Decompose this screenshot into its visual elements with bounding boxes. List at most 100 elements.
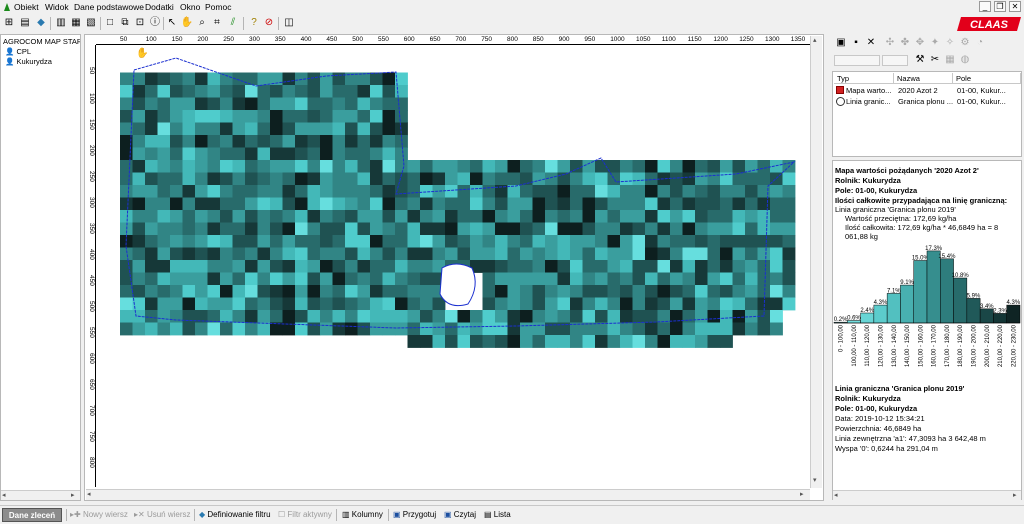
menu-dodatki[interactable]: Dodatki: [145, 2, 174, 12]
scroll-right-icon[interactable]: ▸: [71, 491, 75, 499]
layer-select-b[interactable]: [882, 55, 908, 66]
read-button[interactable]: ▣ Czytaj: [444, 510, 476, 519]
col-pole[interactable]: Pole: [953, 73, 1021, 84]
map-cell: [232, 222, 246, 236]
filter-active-checkbox[interactable]: ☐ Filtr aktywny: [278, 510, 332, 519]
prescription-map[interactable]: ✋: [96, 46, 810, 488]
map-cell: [457, 172, 471, 186]
tree-item-cpl[interactable]: 👤 CPL: [5, 47, 31, 56]
delete-icon[interactable]: ✕: [864, 36, 878, 50]
delete-row-button[interactable]: ▸✕ Usuń wiersz: [134, 510, 191, 519]
tree-horizontal-scrollbar[interactable]: ◂ ▸: [1, 490, 80, 500]
histogram-value-label: 3.4%: [980, 304, 994, 310]
settings-icon[interactable]: ⚒: [913, 53, 927, 67]
info-icon[interactable]: ⓘ: [148, 16, 162, 30]
close-button[interactable]: ✕: [1009, 1, 1021, 12]
print-preview-icon[interactable]: ▦: [69, 16, 83, 30]
print-icon[interactable]: ▥: [54, 16, 68, 30]
restore-button[interactable]: ❐: [994, 1, 1006, 12]
filter-icon[interactable]: ◆: [34, 16, 48, 30]
map-edit-icon[interactable]: ⊡: [133, 16, 147, 30]
scroll-left-icon[interactable]: ◂: [2, 491, 6, 499]
chart-icon[interactable]: ⫽: [226, 16, 240, 30]
scroll-right-icon[interactable]: ▸: [1013, 491, 1017, 499]
orders-data-button[interactable]: Dane zleceń: [2, 508, 62, 522]
export-icon[interactable]: ▧: [84, 16, 98, 30]
hand-pan-icon[interactable]: ✋: [180, 16, 194, 30]
add-layer-icon[interactable]: ▣: [834, 36, 848, 50]
table-row[interactable]: Mapa warto... 2020 Azot 2 01-00, Kukur..…: [834, 85, 1021, 96]
info-horizontal-scrollbar[interactable]: ◂ ▸: [833, 490, 1021, 500]
map-cell: [320, 210, 333, 223]
map-cell: [632, 222, 646, 236]
stop-icon[interactable]: ⊘: [262, 16, 276, 30]
list-button[interactable]: ▤ Lista: [484, 510, 511, 519]
tool-c-icon[interactable]: ✥: [913, 36, 927, 50]
scroll-up-icon[interactable]: ▴: [813, 36, 817, 44]
scroll-left-icon[interactable]: ◂: [87, 490, 91, 498]
map-cell: [607, 247, 621, 261]
map-cell: [370, 260, 383, 273]
tool-d-icon[interactable]: ✦: [928, 36, 942, 50]
map-cell: [295, 97, 308, 111]
scroll-left-icon[interactable]: ◂: [834, 491, 838, 499]
tool-i-icon[interactable]: ◍: [958, 53, 972, 67]
minimize-button[interactable]: _: [979, 1, 991, 12]
app-window: Obiekt Widok Dane podstawowe Dodatki Okn…: [0, 0, 1024, 524]
new-map-icon[interactable]: □: [103, 16, 117, 30]
tree-item-kukurydza[interactable]: 👤 Kukurydza: [5, 57, 52, 66]
boundary-info-outer: Linia zewnętrzna 'a1': 47,3093 ha 3 642,…: [835, 434, 986, 443]
map-cell: [132, 135, 146, 148]
map-horizontal-scrollbar[interactable]: ◂ ▸: [86, 489, 810, 500]
window-icon[interactable]: ◫: [282, 16, 296, 30]
scroll-right-icon[interactable]: ▸: [800, 490, 804, 498]
tool-e-icon[interactable]: ✧: [943, 36, 957, 50]
layer-select-a[interactable]: [834, 55, 880, 66]
tool-f-icon[interactable]: ⚙: [958, 36, 972, 50]
tool-h-icon[interactable]: ▦: [943, 53, 957, 67]
map-vertical-scrollbar[interactable]: ▴ ▾: [810, 36, 822, 488]
map-cell: [207, 235, 221, 248]
map-cell: [345, 85, 358, 98]
histogram-bar: [860, 312, 875, 324]
map-cell: [407, 260, 421, 273]
tool-a-icon[interactable]: ✣: [883, 36, 897, 50]
map-cell: [770, 297, 783, 311]
map-cell: [645, 247, 658, 261]
layers-icon[interactable]: ▤: [18, 16, 32, 30]
map-cell: [545, 235, 558, 248]
zoom-icon[interactable]: ⌕: [195, 16, 209, 30]
measure-icon[interactable]: ⌗: [210, 16, 224, 30]
col-typ[interactable]: Typ: [834, 73, 894, 84]
map-cell: [295, 122, 308, 136]
filter-definition-button[interactable]: ◆ Definiowanie filtru: [199, 510, 271, 519]
map-cell: [720, 235, 733, 248]
map-cell: [407, 297, 421, 311]
ruler-top-tick: 400: [300, 36, 312, 43]
open-map-icon[interactable]: ⧉: [118, 16, 132, 30]
histogram-bar: [900, 284, 914, 324]
tool-g-icon[interactable]: ◔: [973, 36, 987, 50]
map-cell: [607, 222, 621, 236]
menu-widok[interactable]: Widok: [45, 2, 69, 12]
map-cell: [120, 110, 133, 123]
tool-b-icon[interactable]: ✤: [898, 36, 912, 50]
col-nazwa[interactable]: Nazwa: [894, 73, 953, 84]
save-icon[interactable]: ▪: [849, 36, 863, 50]
menu-dane-podstawowe[interactable]: Dane podstawowe: [74, 2, 144, 12]
menu-okno[interactable]: Okno: [180, 2, 200, 12]
tree-root[interactable]: AGROCOM MAP STAR: [3, 37, 80, 46]
menu-obiekt[interactable]: Obiekt: [14, 2, 39, 12]
prepare-button[interactable]: ▣ Przygotuj: [393, 510, 436, 519]
map-cell: [457, 210, 471, 223]
table-row[interactable]: Linia granic... Granica plonu ... 01-00,…: [834, 96, 1021, 107]
new-row-button[interactable]: ▸✚ Nowy wiersz: [70, 510, 128, 519]
help-icon[interactable]: ?: [247, 16, 261, 30]
map-cell: [257, 260, 271, 273]
tree-view-icon[interactable]: ⊞: [2, 16, 16, 30]
pointer-icon[interactable]: ↖: [165, 16, 179, 30]
menu-pomoc[interactable]: Pomoc: [205, 2, 231, 12]
scroll-down-icon[interactable]: ▾: [813, 476, 817, 484]
tools-icon[interactable]: ✂: [928, 53, 942, 67]
columns-button[interactable]: ▥ Kolumny: [342, 510, 383, 519]
